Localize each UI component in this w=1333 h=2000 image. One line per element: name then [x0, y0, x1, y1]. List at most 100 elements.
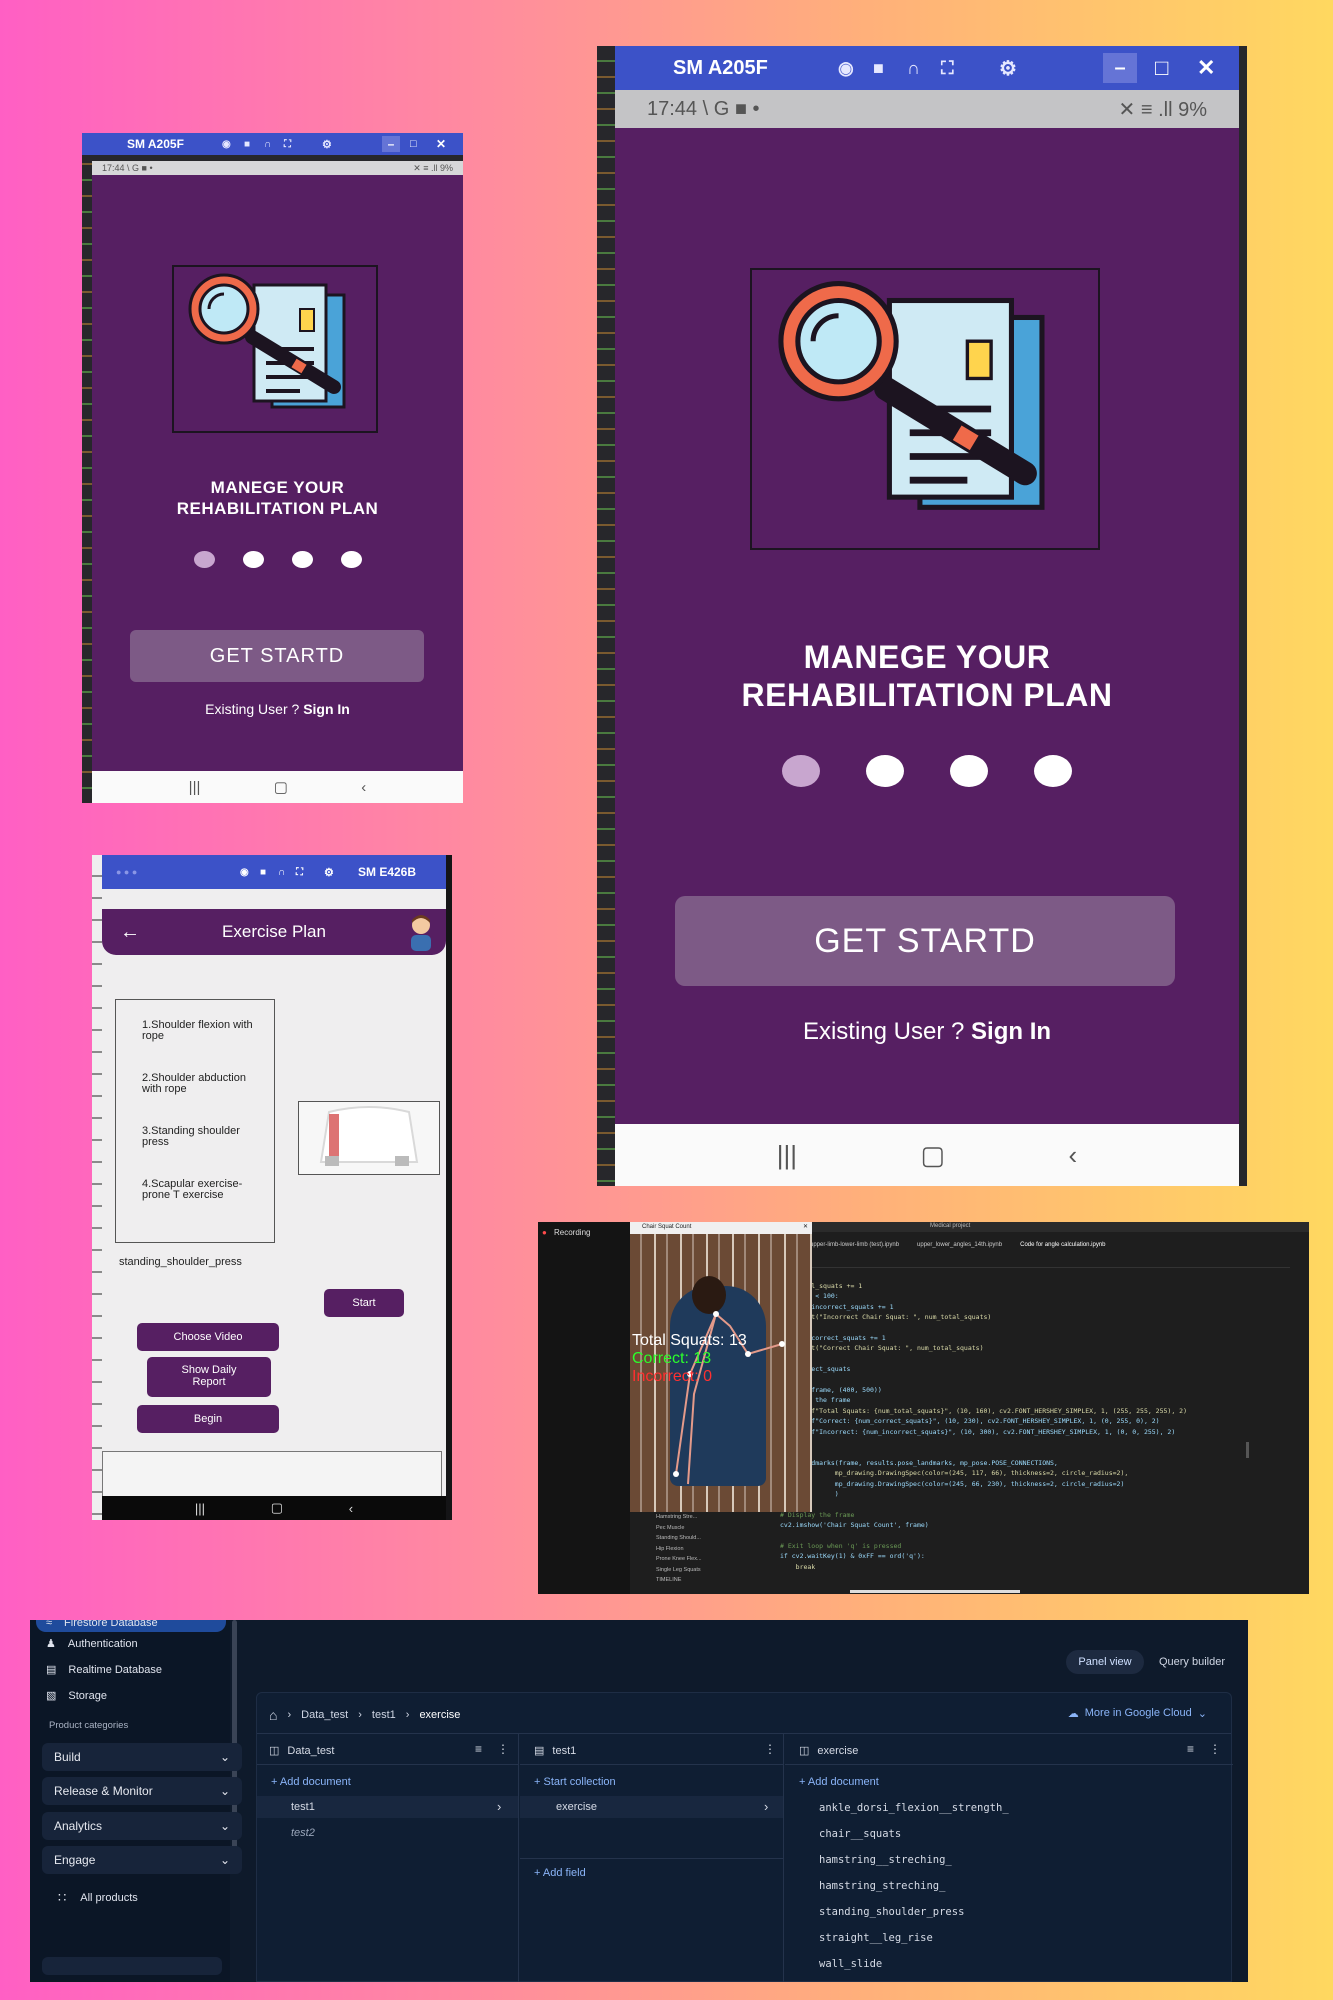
more-vert-icon[interactable]: ⋮: [497, 1742, 509, 1756]
gear-icon[interactable]: ⚙: [322, 138, 332, 151]
explorer-item[interactable]: Hip Flexion: [656, 1544, 728, 1555]
page-dot-3[interactable]: [291, 551, 313, 568]
begin-button[interactable]: Begin: [137, 1405, 279, 1433]
editor-tab[interactable]: Code for angle calculation.ipynb: [1020, 1242, 1105, 1252]
explorer-footer[interactable]: TIMELINE: [656, 1575, 728, 1586]
breadcrumb-item[interactable]: test1: [372, 1709, 396, 1721]
document-item[interactable]: hamstring_streching_: [819, 1880, 945, 1892]
exercise-item[interactable]: 2.Shoulder abduction with rope: [142, 1073, 264, 1095]
output-text-area[interactable]: [102, 1451, 442, 1497]
exercise-item[interactable]: 3.Standing shoulder press: [142, 1126, 264, 1148]
start-collection-button[interactable]: + Start collection: [534, 1776, 616, 1788]
maximize-icon[interactable]: □: [1155, 55, 1168, 81]
breadcrumb-item[interactable]: exercise: [419, 1709, 460, 1721]
home-icon[interactable]: ▢: [920, 1140, 945, 1171]
filter-icon[interactable]: ≡: [1187, 1742, 1194, 1756]
maximize-icon[interactable]: □: [410, 138, 417, 150]
document-item[interactable]: standing_shoulder_press: [819, 1906, 964, 1918]
page-dot-2[interactable]: [242, 551, 264, 568]
document-item[interactable]: test1: [291, 1801, 315, 1813]
recents-icon[interactable]: |||: [777, 1140, 797, 1171]
camera-icon[interactable]: ◉: [222, 139, 231, 150]
page-dot-1[interactable]: [782, 755, 820, 787]
minimize-icon[interactable]: –: [382, 136, 400, 152]
document-item[interactable]: test2: [291, 1827, 315, 1839]
sign-in-link[interactable]: Sign In: [303, 701, 350, 717]
add-field-button[interactable]: + Add field: [534, 1867, 586, 1879]
document-item[interactable]: wall_slide: [819, 1958, 882, 1970]
video-icon[interactable]: ■: [873, 58, 884, 79]
category-analytics[interactable]: Analytics ⌄: [42, 1812, 242, 1840]
back-icon[interactable]: ‹: [361, 779, 366, 796]
camera-close-icon[interactable]: ✕: [803, 1223, 808, 1230]
get-started-button[interactable]: GET STARTD: [675, 896, 1175, 986]
page-dot-3[interactable]: [950, 755, 988, 787]
camera-icon[interactable]: ◉: [838, 58, 854, 79]
sidebar-item-realtime-database[interactable]: ▤ Realtime Database: [46, 1663, 162, 1677]
horizontal-scroll-indicator[interactable]: [850, 1590, 1020, 1593]
filter-icon[interactable]: ≡: [475, 1742, 482, 1756]
fullscreen-icon[interactable]: ⛶: [296, 867, 303, 878]
back-icon[interactable]: ‹: [1069, 1140, 1078, 1171]
document-item[interactable]: ankle_dorsi_flexion__strength_: [819, 1802, 1009, 1814]
more-vert-icon[interactable]: ⋮: [1209, 1742, 1221, 1756]
explorer-item[interactable]: Hamstring Stre...: [656, 1512, 728, 1523]
category-engage[interactable]: Engage ⌄: [42, 1846, 242, 1874]
get-started-button[interactable]: GET STARTD: [130, 630, 424, 682]
headphones-icon[interactable]: ∩: [264, 139, 271, 150]
recents-icon[interactable]: |||: [195, 1501, 205, 1516]
choose-video-button[interactable]: Choose Video: [137, 1323, 279, 1351]
fullscreen-icon[interactable]: ⛶: [284, 139, 291, 150]
home-icon[interactable]: ▢: [274, 778, 288, 796]
subcollection-item[interactable]: exercise: [556, 1801, 597, 1813]
close-icon[interactable]: ✕: [1197, 55, 1215, 81]
video-icon[interactable]: ■: [244, 139, 250, 150]
page-dot-1[interactable]: [193, 551, 215, 568]
page-dot-4[interactable]: [1034, 755, 1072, 787]
headphones-icon[interactable]: ∩: [907, 58, 920, 79]
gear-icon[interactable]: ⚙: [999, 56, 1017, 81]
back-icon[interactable]: ‹: [349, 1501, 353, 1516]
explorer-item[interactable]: Prone Knee Flex...: [656, 1554, 728, 1565]
panel-view-button[interactable]: Panel view: [1066, 1650, 1144, 1674]
show-daily-report-button[interactable]: Show Daily Report: [147, 1357, 271, 1397]
sign-in-link[interactable]: Sign In: [971, 1018, 1051, 1045]
close-icon[interactable]: ✕: [436, 137, 446, 151]
editor-tab[interactable]: upper_lower_angles_14th.ipynb: [917, 1242, 1002, 1252]
gear-icon[interactable]: ⚙: [324, 866, 334, 879]
document-item[interactable]: chair__squats: [819, 1828, 901, 1840]
home-icon[interactable]: ⌂: [269, 1707, 277, 1723]
breadcrumb-item[interactable]: Data_test: [301, 1709, 348, 1721]
exercise-list[interactable]: 1.Shoulder flexion with rope 2.Shoulder …: [115, 999, 275, 1243]
minimize-icon[interactable]: –: [1103, 53, 1137, 83]
more-vert-icon[interactable]: ⋮: [764, 1742, 776, 1756]
category-build[interactable]: Build ⌄: [42, 1743, 242, 1771]
category-release-monitor[interactable]: Release & Monitor ⌄: [42, 1777, 242, 1805]
all-products-link[interactable]: ∷ All products: [58, 1890, 138, 1906]
explorer-item[interactable]: Standing Should...: [656, 1533, 728, 1544]
avatar[interactable]: [406, 913, 436, 951]
document-item[interactable]: straight__leg_rise: [819, 1932, 933, 1944]
sidebar-item-authentication[interactable]: ♟ Authentication: [46, 1637, 138, 1651]
document-item[interactable]: hamstring__streching_: [819, 1854, 952, 1866]
home-icon[interactable]: ▢: [271, 1500, 283, 1516]
more-in-google-cloud[interactable]: ☁ More in Google Cloud ⌄: [1068, 1707, 1207, 1720]
fullscreen-icon[interactable]: ⛶: [941, 58, 954, 79]
query-builder-button[interactable]: Query builder: [1152, 1650, 1232, 1674]
page-dot-4[interactable]: [340, 551, 362, 568]
editor-tab[interactable]: upper-limb-lower-limb (test).ipynb: [810, 1242, 899, 1252]
exercise-item[interactable]: 4.Scapular exercise-prone T exercise: [142, 1179, 264, 1201]
editor-scrollbar[interactable]: [1246, 1442, 1249, 1458]
exercise-item[interactable]: 1.Shoulder flexion with rope: [142, 1020, 264, 1042]
explorer-item[interactable]: Pec Muscle: [656, 1523, 728, 1534]
start-button[interactable]: Start: [324, 1289, 404, 1317]
add-document-button[interactable]: + Add document: [799, 1776, 879, 1788]
recents-icon[interactable]: |||: [189, 779, 201, 796]
camera-icon[interactable]: ◉: [240, 867, 249, 878]
sidebar-item-firestore[interactable]: ≈ Firestore Database: [36, 1620, 226, 1632]
video-icon[interactable]: ■: [260, 867, 266, 878]
add-document-button[interactable]: + Add document: [271, 1776, 351, 1788]
sidebar-item-storage[interactable]: ▧ Storage: [46, 1689, 107, 1703]
explorer-item[interactable]: Single Leg Squats: [656, 1565, 728, 1576]
headphones-icon[interactable]: ∩: [278, 867, 285, 878]
